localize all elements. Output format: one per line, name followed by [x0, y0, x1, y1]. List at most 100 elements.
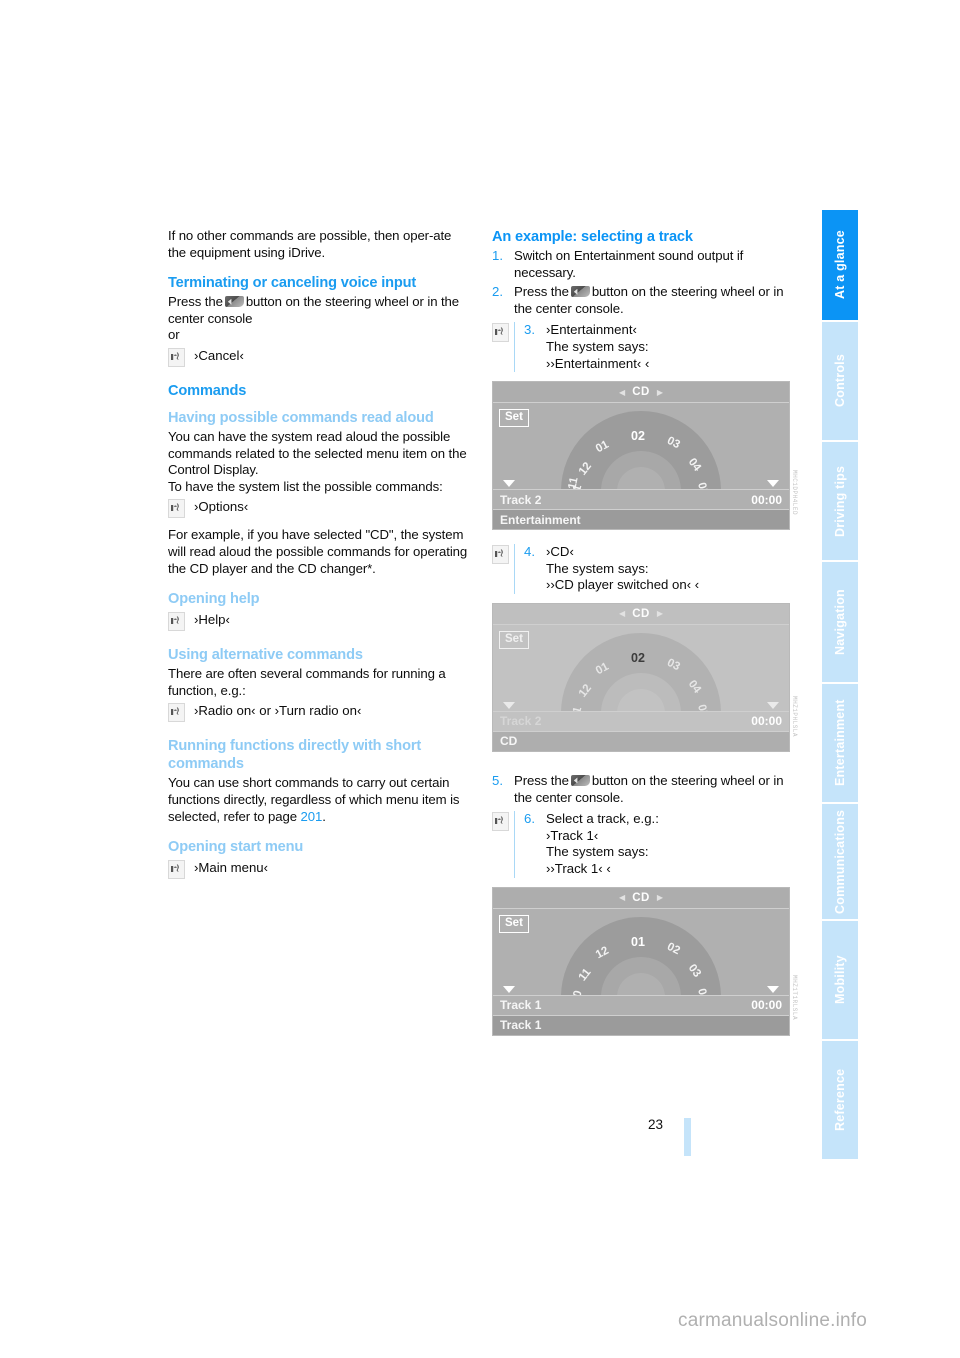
set-button[interactable]: Set	[499, 409, 529, 428]
step-3-says-label: The system says:	[546, 338, 649, 354]
screen-status-row: Track 1	[493, 1014, 789, 1035]
right-arrow-icon[interactable]: ▶	[657, 388, 663, 397]
track-time: 00:00	[751, 714, 782, 729]
track-name: Track 2	[500, 492, 542, 507]
screen-title: CD	[632, 891, 650, 904]
sidebar-tab-controls[interactable]: Controls	[822, 322, 858, 440]
sidebar-tab-navigation[interactable]: Navigation	[822, 562, 858, 682]
right-arrow-icon[interactable]: ▶	[657, 893, 663, 902]
step-1-number: 1.	[492, 248, 503, 263]
voice-command-icon	[168, 860, 185, 880]
track-time: 00:00	[751, 492, 782, 507]
command-main-menu: ›Main menu‹	[168, 860, 468, 880]
command-text-radio-on: ›Radio on‹ or ›Turn radio on‹	[194, 703, 362, 719]
step-2: 2. Press the button on the steering wheel…	[492, 284, 792, 317]
image-code: MHC1DPH4LED	[791, 470, 798, 516]
sidebar-tab-label: Controls	[833, 354, 847, 408]
heading-commands: Commands	[168, 382, 247, 399]
command-radio-on: ›Radio on‹ or ›Turn radio on‹	[168, 703, 468, 723]
step-1: 1. Switch on Entertainment sound output …	[492, 248, 792, 281]
left-text-column: If no other commands are possible, then …	[168, 228, 468, 881]
dial-caret-left-icon[interactable]	[503, 701, 515, 709]
voice-command-icon	[168, 499, 185, 519]
voice-command-icon	[492, 545, 509, 565]
dial-caret-left-icon[interactable]	[503, 985, 515, 993]
screen-titlebar: ◀ CD ▶	[493, 887, 789, 909]
sidebar-tab-driving-tips[interactable]: Driving tips	[822, 442, 858, 560]
page-number: 23	[648, 1117, 664, 1132]
step-4-command: ›CD‹	[546, 544, 574, 560]
screen-track-row: Track 1 00:00	[493, 994, 789, 1015]
right-arrow-icon[interactable]: ▶	[657, 609, 663, 618]
screen-dial-area: Set 11 12 01 02 03 0	[493, 403, 789, 490]
idrive-screen-entertainment: ◀ CD ▶ Set 11 12 01 02 03 04 05 Track 2 …	[492, 381, 798, 531]
chapter-thumb-index: At a glance Controls Driving tips Naviga…	[822, 210, 858, 1161]
steering-wheel-button-icon	[224, 296, 244, 308]
screen-status-row: Entertainment	[493, 509, 789, 530]
screen-dial-area: Set 11 12 01 02 03 0	[493, 624, 789, 711]
command-cancel: ›Cancel‹	[168, 347, 468, 367]
heading-alternative-commands: Using alternative commands	[168, 647, 363, 664]
track-dial[interactable]: 11 12 01 02 03 04 05	[561, 632, 721, 711]
dial-tick-current: 02	[631, 650, 645, 665]
step-1-text: Switch on Entertainment sound output if …	[514, 248, 744, 280]
idrive-screen-track1: ◀ CD ▶ Set 10 11 12 01	[492, 886, 798, 1036]
set-button[interactable]: Set	[499, 630, 529, 649]
screen-status-text: Entertainment	[500, 512, 581, 527]
sidebar-tab-label: Communications	[833, 809, 847, 914]
sidebar-tab-communications[interactable]: Communications	[822, 804, 858, 919]
step-4-says-label: The system says:	[546, 560, 649, 576]
screen-titlebar: ◀ CD ▶	[493, 382, 789, 404]
example-steps-list: 1. Switch on Entertainment sound output …	[492, 248, 792, 317]
voice-command-icon	[492, 323, 509, 343]
intro-paragraph: If no other commands are possible, then …	[168, 228, 452, 260]
dial-caret-right-icon[interactable]	[767, 480, 779, 488]
voice-command-icon	[168, 703, 185, 723]
alternative-para1: There are often several commands for run…	[168, 666, 446, 698]
image-code: MHZ1T1RLSLA	[791, 975, 798, 1021]
step-rule	[514, 811, 515, 878]
step-5-prefix: Press the	[514, 772, 569, 788]
heading-terminating: Terminating or canceling voice input	[168, 275, 417, 292]
voice-command-icon	[492, 812, 509, 832]
track-name: Track 1	[500, 998, 542, 1012]
step-4-says: ››CD player switched on‹ ‹	[546, 577, 700, 593]
command-text-main-menu: ›Main menu‹	[194, 860, 269, 876]
read-aloud-para1: You can have the system read aloud the p…	[168, 428, 467, 478]
step-2-text: Press the button on the steering wheel or…	[514, 284, 792, 317]
step-6-says: ››Track 1‹ ‹	[546, 860, 611, 876]
heading-short-commands: Running functions directly with short co…	[168, 738, 422, 773]
dial-caret-right-icon[interactable]	[767, 985, 779, 993]
step-rule	[514, 544, 515, 594]
step-6-command: ›Track 1‹	[546, 827, 599, 843]
command-text-help: ›Help‹	[194, 612, 230, 628]
left-arrow-icon[interactable]: ◀	[619, 388, 625, 397]
dial-caret-left-icon[interactable]	[503, 480, 515, 488]
short-commands-para: You can use short commands to carry out …	[168, 775, 468, 825]
step-2-prefix: Press the	[514, 284, 569, 300]
set-button[interactable]: Set	[499, 914, 529, 933]
track-dial[interactable]: 11 12 01 02 03 04 05 11	[561, 411, 721, 490]
left-arrow-icon[interactable]: ◀	[619, 893, 625, 902]
step-3-says: ››Entertainment‹ ‹	[546, 355, 650, 371]
page-reference-link[interactable]: 201	[301, 809, 323, 824]
step-4: 4. ›CD‹ The system says: ››CD player swi…	[492, 544, 792, 594]
terminating-instruction: Press the button on the steering wheel or…	[168, 294, 468, 327]
command-options: ›Options‹	[168, 499, 468, 519]
track-time: 00:00	[751, 998, 782, 1012]
sidebar-tab-at-a-glance[interactable]: At a glance	[822, 210, 858, 320]
steering-wheel-button-icon	[570, 286, 590, 298]
sidebar-tab-entertainment[interactable]: Entertainment	[822, 684, 858, 802]
step-6-says-label: The system says:	[546, 844, 649, 860]
left-arrow-icon[interactable]: ◀	[619, 609, 625, 618]
sidebar-tab-reference[interactable]: Reference	[822, 1041, 858, 1159]
screen-status-text: Track 1	[500, 1018, 542, 1032]
track-dial[interactable]: 10 11 12 01 02 03 04	[561, 916, 721, 995]
step-6-lead: Select a track, e.g.:	[546, 811, 659, 827]
right-text-column: An example: selecting a track 1. Switch …	[492, 228, 798, 1036]
screen-title: CD	[632, 386, 650, 399]
sidebar-tab-mobility[interactable]: Mobility	[822, 921, 858, 1039]
dial-caret-right-icon[interactable]	[767, 701, 779, 709]
step-3: 3. ›Entertainment‹ The system says: ››En…	[492, 322, 792, 373]
step-6-body: Select a track, e.g.: ›Track 1‹ The syst…	[546, 811, 659, 877]
